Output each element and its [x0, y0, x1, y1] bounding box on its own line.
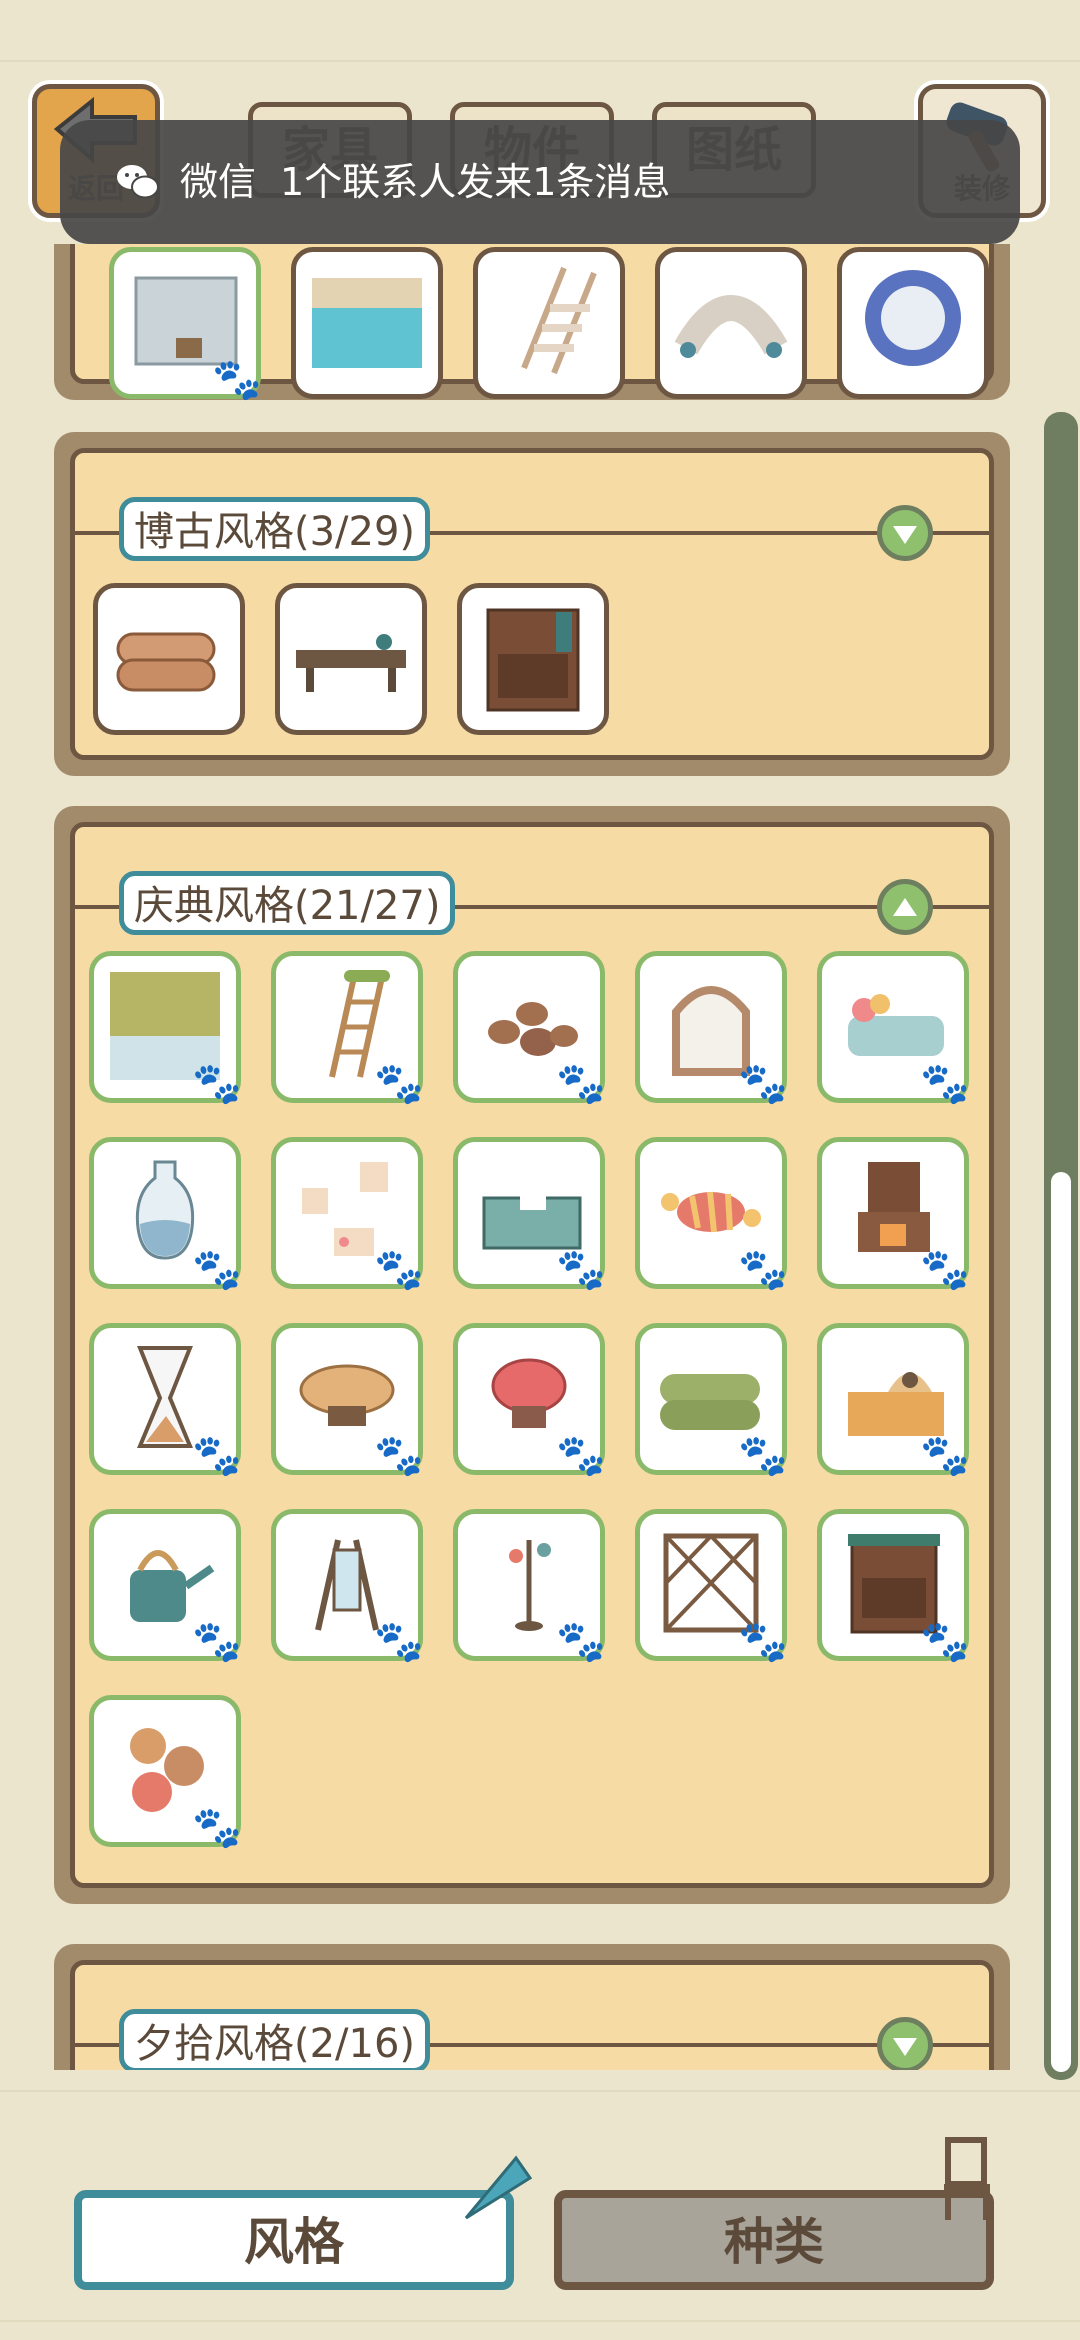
- item-slot[interactable]: [655, 247, 807, 399]
- ladder-icon: [521, 266, 597, 375]
- paw-icon: 🐾: [192, 1061, 242, 1107]
- low-table-icon: [296, 634, 406, 692]
- paw-icon: 🐾: [374, 1619, 424, 1665]
- section-title: 庆典风格(21/27): [119, 871, 456, 935]
- section-panel-qingdian: 庆典风格(21/27) 🐾 🐾 🐾 🐾 🐾 🐾 🐾 🐾 🐾 🐾 🐾 🐾 🐾 🐾 …: [54, 806, 1010, 1904]
- paw-icon: 🐾: [192, 1805, 242, 1851]
- paw-icon: 🐾: [192, 1247, 242, 1293]
- section-panel-inner: 庆典风格(21/27) 🐾 🐾 🐾 🐾 🐾 🐾 🐾 🐾 🐾 🐾 🐾 🐾 🐾 🐾 …: [70, 822, 994, 1888]
- item-slot[interactable]: 🐾: [817, 1323, 970, 1479]
- chair-icon: [944, 2137, 990, 2220]
- background-wave: [0, 2320, 1080, 2322]
- cabinet-icon: [486, 608, 580, 712]
- item-slot[interactable]: 🐾: [109, 247, 262, 403]
- chevron-up-icon[interactable]: [877, 879, 933, 935]
- section-panel-xishi: 夕拾风格(2/16): [54, 1944, 1010, 2070]
- paw-icon: 🐾: [920, 1619, 970, 1665]
- chevron-down-icon[interactable]: [877, 505, 933, 561]
- section-panel-inner: 🐾: [70, 244, 994, 400]
- scrollbar-track[interactable]: [1044, 412, 1078, 2080]
- section-panel-inner: 博古风格(3/29): [70, 448, 994, 760]
- paw-icon: 🐾: [192, 1433, 242, 1479]
- paw-icon: 🐾: [374, 1247, 424, 1293]
- scrollbar-thumb[interactable]: [1051, 1172, 1071, 2072]
- item-slot[interactable]: 🐾: [635, 1323, 788, 1479]
- item-slot[interactable]: 🐾: [817, 1509, 970, 1665]
- paw-icon: 🐾: [556, 1061, 606, 1107]
- notification-message: 1个联系人发来1条消息: [280, 160, 671, 204]
- round-mirror-icon: [865, 270, 961, 366]
- item-slot[interactable]: 🐾: [89, 951, 242, 1107]
- notification-text: 微信 1个联系人发来1条消息: [180, 120, 694, 244]
- background-wave: [0, 60, 1080, 62]
- paw-icon: 🐾: [920, 1433, 970, 1479]
- item-slot[interactable]: 🐾: [453, 951, 606, 1107]
- item-slot[interactable]: 🐾: [817, 1137, 970, 1293]
- pool-icon: [312, 278, 422, 368]
- item-slot[interactable]: 🐾: [817, 951, 970, 1107]
- section-panel-previous: 🐾: [54, 244, 1010, 400]
- item-slot[interactable]: 🐾: [89, 1137, 242, 1293]
- stone-arch-icon: [674, 295, 788, 358]
- item-slot[interactable]: 🐾: [635, 1137, 788, 1293]
- item-slot[interactable]: 🐾: [453, 1323, 606, 1479]
- item-slot[interactable]: 🐾: [635, 951, 788, 1107]
- scroll-rolls-icon: [116, 632, 216, 692]
- item-slot[interactable]: 🐾: [271, 1323, 424, 1479]
- item-slot[interactable]: 🐾: [271, 951, 424, 1107]
- tab-style[interactable]: 风格: [74, 2155, 533, 2290]
- item-slot[interactable]: 🐾: [89, 1509, 242, 1665]
- item-slot[interactable]: [93, 583, 245, 735]
- section-title: 夕拾风格(2/16): [119, 2009, 431, 2070]
- paw-icon: 🐾: [374, 1433, 424, 1479]
- chevron-down-icon[interactable]: [877, 2017, 933, 2070]
- section-panel-bogu: 博古风格(3/29): [54, 432, 1010, 776]
- paw-icon: 🐾: [920, 1247, 970, 1293]
- paw-icon: 🐾: [738, 1619, 788, 1665]
- paw-icon: 🐾: [738, 1433, 788, 1479]
- paw-icon: 🐾: [556, 1247, 606, 1293]
- paw-icon: 🐾: [192, 1619, 242, 1665]
- wechat-icon: [117, 165, 159, 199]
- item-slot[interactable]: [457, 583, 609, 735]
- item-slot[interactable]: 🐾: [271, 1137, 424, 1293]
- seashell-icon: [464, 2155, 533, 2220]
- item-slot[interactable]: 🐾: [453, 1137, 606, 1293]
- notification-app: 微信: [180, 160, 257, 204]
- tab-kind-label: 种类: [724, 2213, 824, 2271]
- item-slot[interactable]: [473, 247, 625, 399]
- paw-icon: 🐾: [738, 1061, 788, 1107]
- paw-icon: 🐾: [738, 1247, 788, 1293]
- item-slot[interactable]: [291, 247, 443, 399]
- tab-kind[interactable]: 种类: [554, 2137, 994, 2290]
- paw-icon: 🐾: [556, 1433, 606, 1479]
- item-slot[interactable]: 🐾: [635, 1509, 788, 1665]
- section-title: 博古风格(3/29): [119, 497, 431, 561]
- background-wave: [0, 2090, 1080, 2092]
- paw-icon: 🐾: [556, 1619, 606, 1665]
- style-list[interactable]: 🐾 博古风格(3/29) 庆典风格(21/27) 🐾 🐾 🐾 🐾 🐾 🐾 🐾 🐾…: [0, 244, 1080, 2070]
- notification-banner[interactable]: 微信 1个联系人发来1条消息: [60, 120, 1020, 244]
- paw-icon: 🐾: [212, 357, 262, 403]
- tab-style-label: 风格: [244, 2213, 344, 2271]
- item-slot[interactable]: 🐾: [271, 1509, 424, 1665]
- item-slot[interactable]: [837, 247, 989, 399]
- paw-icon: 🐾: [920, 1061, 970, 1107]
- item-slot[interactable]: [275, 583, 427, 735]
- item-slot[interactable]: 🐾: [453, 1509, 606, 1665]
- paw-icon: 🐾: [374, 1061, 424, 1107]
- section-panel-inner: 夕拾风格(2/16): [70, 1960, 994, 2070]
- item-slot[interactable]: 🐾: [89, 1323, 242, 1479]
- item-slot[interactable]: 🐾: [89, 1695, 242, 1851]
